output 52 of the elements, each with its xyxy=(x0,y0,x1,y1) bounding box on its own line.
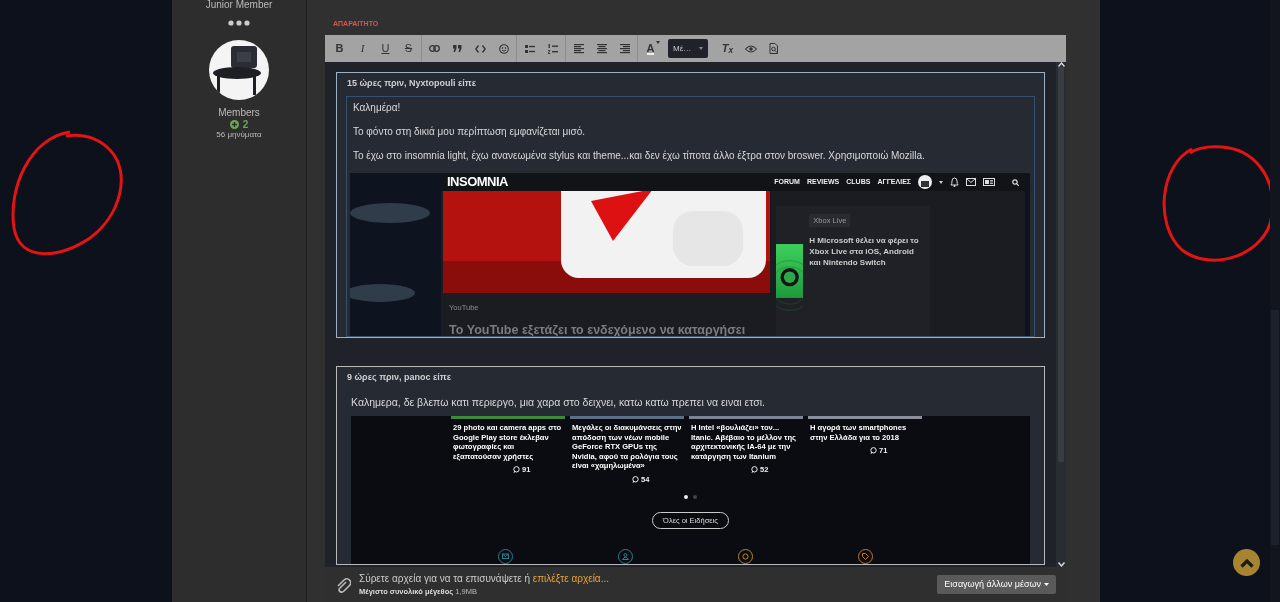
post-count: 56 μηνύματα xyxy=(215,130,263,140)
quote-text: Το έχω στο insomnia light, έχω ανανεωμένα stylus και theme...και δεν έχω τίποτα άλλο έξτρα στον broswer. Χρησιμοποιώ Mozilla. xyxy=(353,149,926,162)
person-icon xyxy=(622,553,629,560)
bullet-list-icon xyxy=(524,44,535,53)
font-dropdown[interactable]: Μέ… xyxy=(668,39,708,58)
format-button[interactable]: B xyxy=(328,37,351,60)
clear-format-button[interactable]: T$_{x}$ xyxy=(716,37,739,60)
text-color-button[interactable]: A xyxy=(639,37,662,60)
align-right-icon xyxy=(619,43,630,54)
reputation-count: 2 xyxy=(242,119,249,130)
numbered-list-icon xyxy=(547,43,558,54)
chevron-up-icon xyxy=(1239,557,1254,568)
quote-text: Καλημέρα! xyxy=(353,101,402,114)
comment-icon xyxy=(513,466,520,474)
comment-icon xyxy=(632,475,639,483)
format-button[interactable]: U xyxy=(374,37,397,60)
chevron-down-icon xyxy=(1057,562,1065,567)
tag-icon xyxy=(862,553,869,560)
format-button[interactable]: I xyxy=(351,37,374,60)
link-icon xyxy=(429,45,440,52)
quote-text: Το φόντο στη δικιά μου περίπτωση εμφανίζεται μισό. xyxy=(353,125,587,138)
document-search-icon xyxy=(768,43,779,54)
caret-icon xyxy=(1044,583,1049,586)
emoji-icon xyxy=(498,43,509,54)
quote-header: 9 ώρες πριν, panoc είπε xyxy=(346,371,453,384)
quote-text: Καλημερα, δε βλεπω κατι περιεργο, μια χαρα στο δειχνει, κατω κατω πρεπει να ειναι ετσι. xyxy=(351,396,766,409)
choose-files-link[interactable]: επιλέξτε αρχεία... xyxy=(532,573,609,585)
comment-icon xyxy=(751,466,758,474)
rank-dots-icon xyxy=(228,19,250,26)
insert-media-button[interactable]: Εισαγωγή άλλων μέσων xyxy=(937,574,1056,595)
eye-icon xyxy=(744,44,757,53)
carousel-dot[interactable] xyxy=(684,494,688,499)
caret-icon xyxy=(656,40,660,44)
editor-scrollbar[interactable] xyxy=(1056,62,1066,567)
scroll-to-top-button[interactable] xyxy=(1233,549,1260,576)
user-group: Members xyxy=(172,107,306,119)
upload-hint: Σύρετε αρχεία για να τα επισυνάψετε ή επιλέξτε αρχεία... xyxy=(359,572,609,587)
quote-header: 15 ώρες πριν, Nyxtopouli είπε xyxy=(346,77,478,90)
plus-icon xyxy=(229,120,239,129)
mail-icon xyxy=(502,553,509,560)
chevron-up-icon xyxy=(1057,62,1065,67)
comment-icon xyxy=(870,447,877,455)
carousel-dot[interactable] xyxy=(693,494,697,499)
format-button[interactable]: S xyxy=(397,37,420,60)
chat-icon xyxy=(742,553,749,560)
align-left-icon xyxy=(573,43,584,54)
align-center-icon xyxy=(596,43,607,54)
user-rank: Junior Member xyxy=(204,0,274,10)
paperclip-icon xyxy=(335,575,351,594)
code-icon xyxy=(475,44,486,53)
caret-icon xyxy=(699,47,703,50)
quote-icon xyxy=(453,45,462,52)
